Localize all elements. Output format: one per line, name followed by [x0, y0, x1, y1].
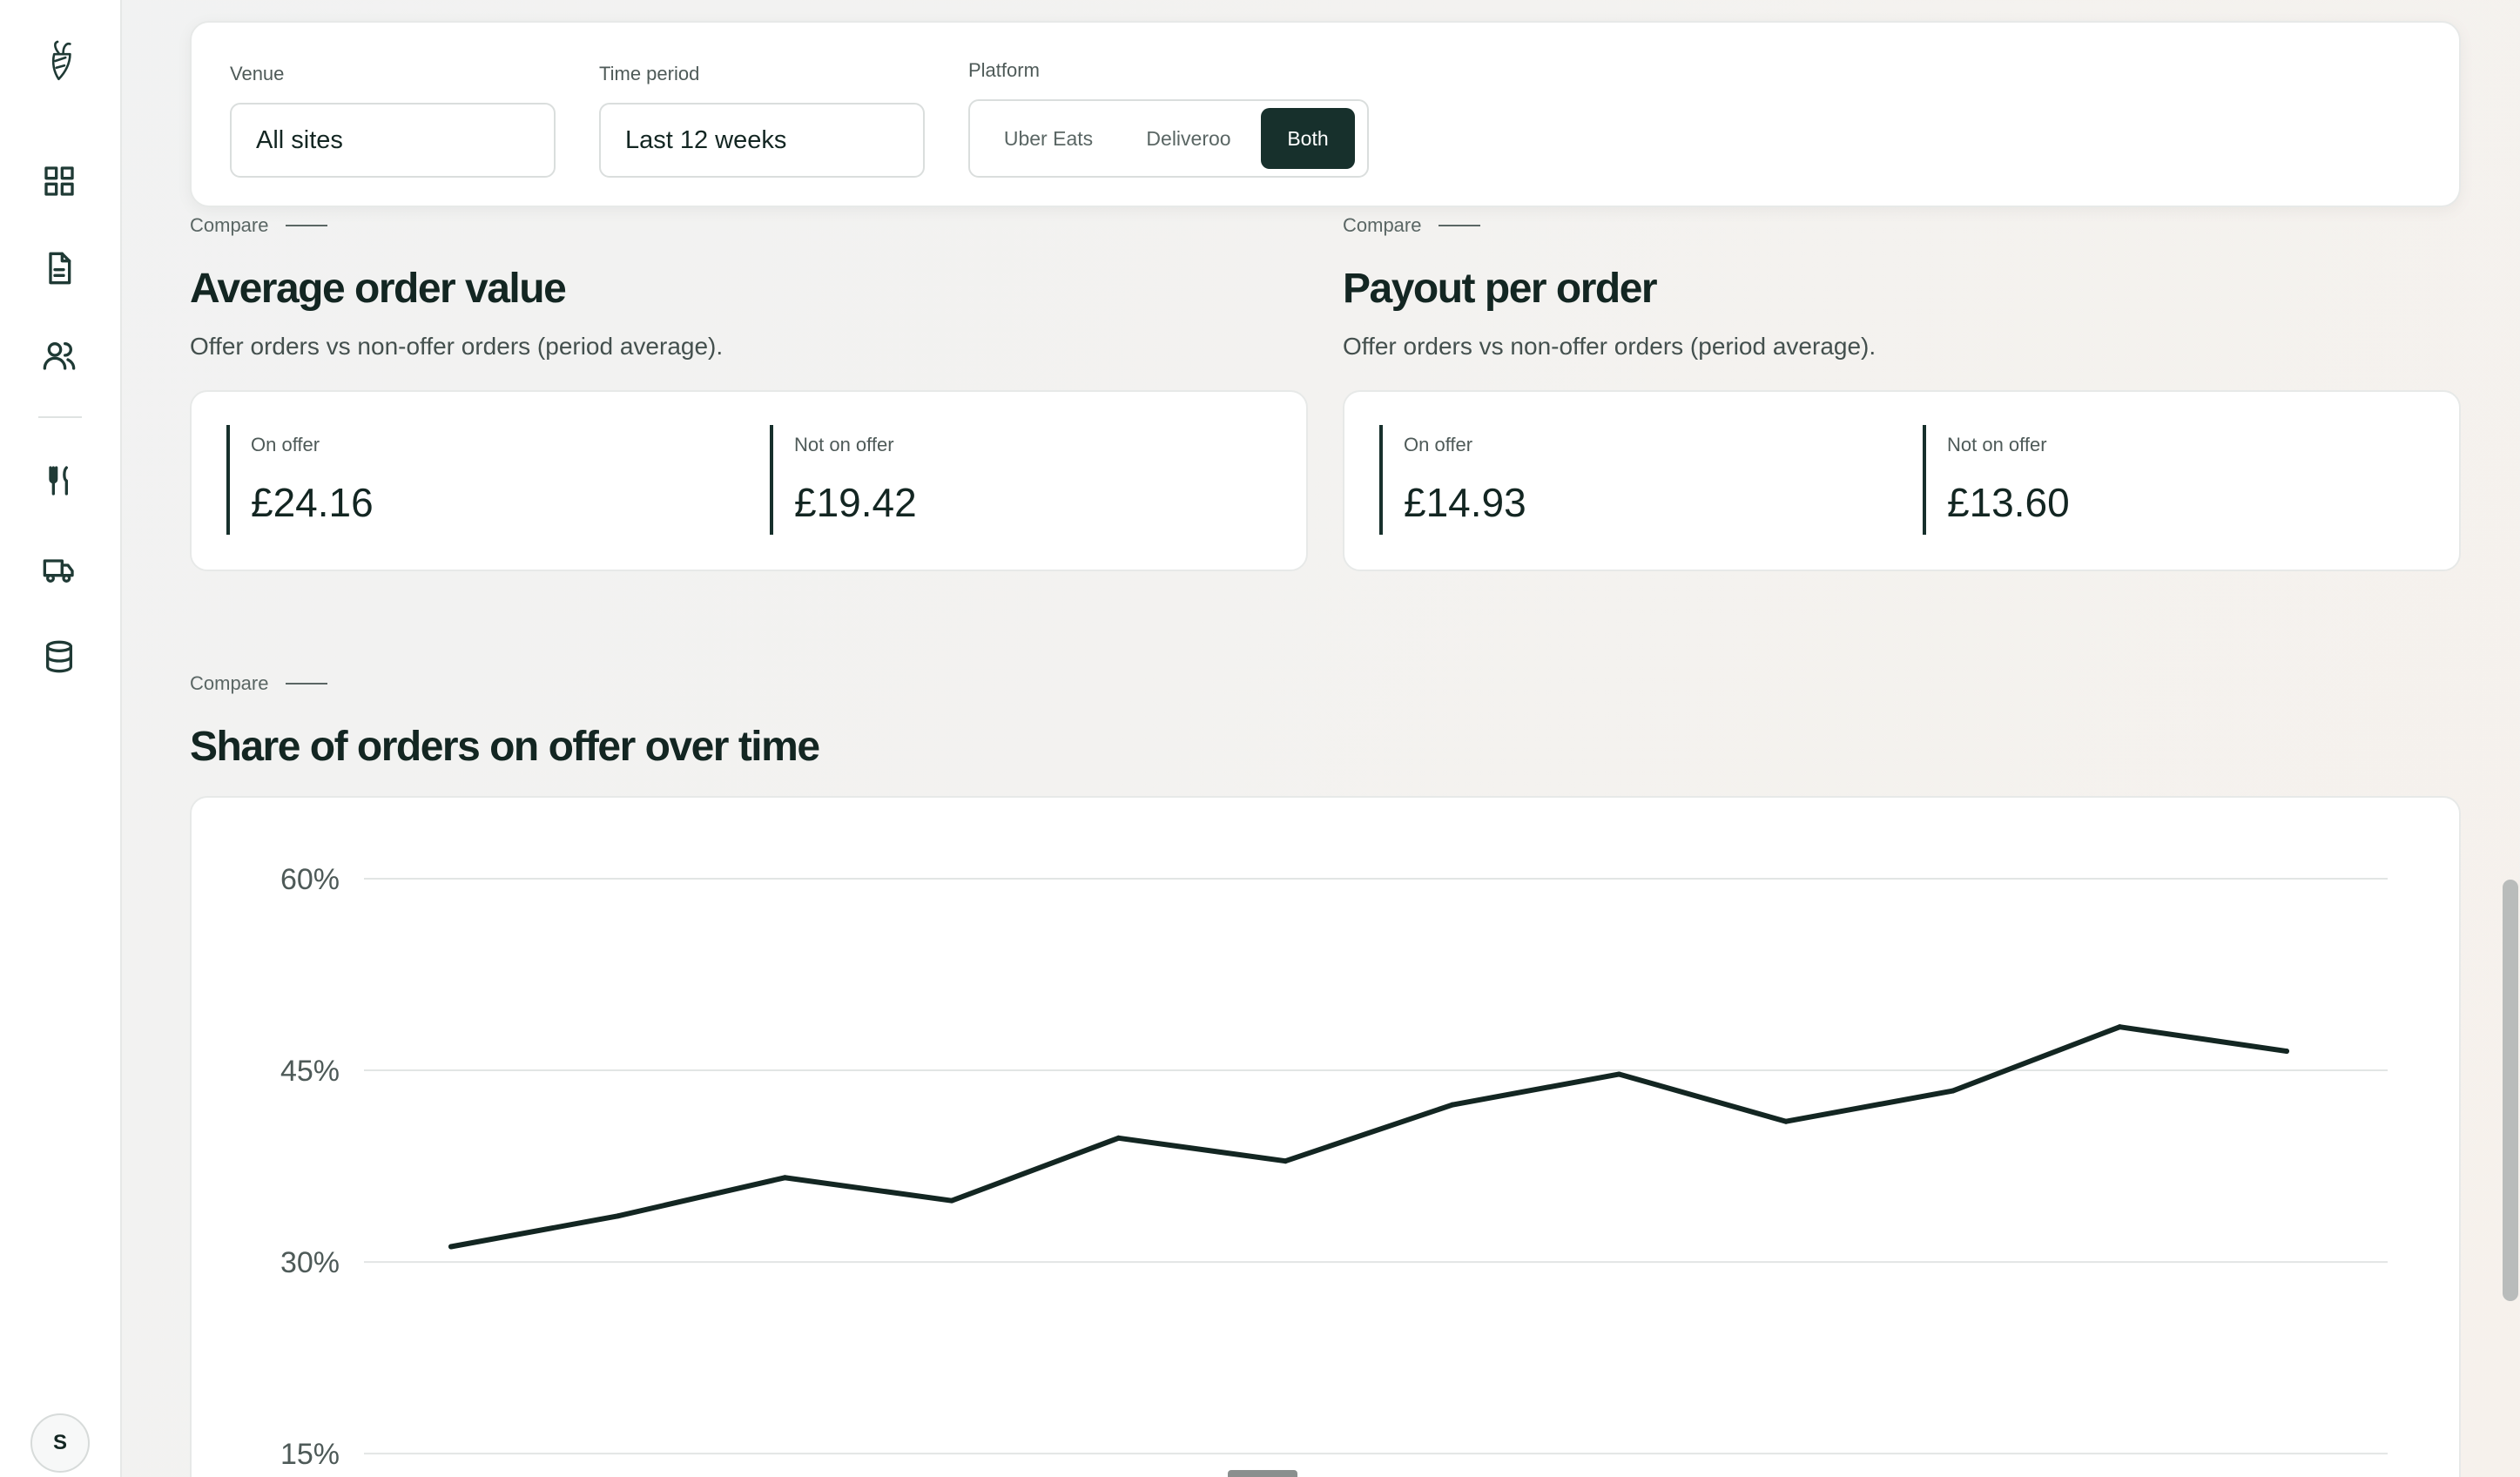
- filter-bar: Venue All sites Time period Last 12 week…: [190, 21, 2461, 207]
- y-tick-label: 30%: [280, 1246, 340, 1279]
- users-icon[interactable]: [38, 334, 80, 376]
- platform-label: Platform: [968, 59, 1040, 81]
- aov-not-offer: Not on offer £19.42: [770, 425, 917, 535]
- payout-not-offer: Not on offer £13.60: [1923, 425, 2070, 535]
- payout-kicker-text: Compare: [1343, 214, 1422, 236]
- time-period-select[interactable]: Last 12 weeks: [599, 103, 925, 178]
- share-kicker-text: Compare: [190, 672, 269, 694]
- data-point: [1115, 1135, 1122, 1141]
- kicker-line: [286, 225, 328, 226]
- database-icon[interactable]: [38, 636, 80, 678]
- data-point: [615, 1213, 621, 1219]
- document-icon[interactable]: [38, 247, 80, 289]
- data-point: [2284, 1049, 2289, 1055]
- y-tick-label: 60%: [280, 863, 340, 896]
- sidebar: S: [0, 0, 122, 1477]
- y-tick-label: 45%: [280, 1055, 340, 1088]
- platform-option-uber-eats[interactable]: Uber Eats: [984, 108, 1113, 169]
- series-line: [448, 1024, 2289, 1250]
- aov-card: On offer £24.16 Not on offer £19.42: [190, 390, 1308, 571]
- payout-not-offer-label: Not on offer: [1947, 434, 2047, 455]
- data-point: [448, 1244, 454, 1250]
- truck-icon[interactable]: [38, 549, 80, 590]
- share-chart: 60% 45% 30% 15%: [280, 863, 2388, 1471]
- share-title: Share of orders on offer over time: [190, 724, 820, 770]
- carrot-logo-icon[interactable]: [37, 37, 85, 85]
- aov-not-offer-label: Not on offer: [794, 434, 894, 455]
- aov-subtitle: Offer orders vs non-offer orders (period…: [190, 333, 724, 360]
- data-point: [2117, 1024, 2123, 1030]
- chart-scroll-handle[interactable]: [1228, 1470, 1297, 1477]
- data-point: [1783, 1118, 1789, 1124]
- data-point: [1449, 1102, 1455, 1108]
- platform-option-deliveroo[interactable]: Deliveroo: [1123, 108, 1254, 169]
- payout-not-offer-value: £13.60: [1947, 480, 2070, 525]
- payout-kicker: Compare: [1343, 214, 1481, 237]
- aov-on-offer-value: £24.16: [251, 480, 374, 525]
- aov-on-offer: On offer £24.16: [226, 425, 374, 535]
- payout-on-offer-value: £14.93: [1404, 480, 1526, 525]
- data-point: [1616, 1071, 1622, 1077]
- aov-on-offer-label: On offer: [251, 434, 320, 455]
- payout-card: On offer £14.93 Not on offer £13.60: [1343, 390, 2461, 571]
- share-kicker: Compare: [190, 672, 328, 695]
- platform-toggle: Uber Eats Deliveroo Both: [968, 99, 1369, 178]
- y-tick-label: 15%: [280, 1438, 340, 1471]
- sidebar-divider: [38, 416, 82, 418]
- avatar[interactable]: S: [30, 1413, 90, 1473]
- time-period-label: Time period: [599, 63, 700, 84]
- data-point: [948, 1197, 954, 1204]
- venue-label: Venue: [230, 63, 285, 84]
- aov-kicker: Compare: [190, 214, 328, 237]
- platform-option-both[interactable]: Both: [1261, 108, 1355, 169]
- aov-not-offer-value: £19.42: [794, 480, 917, 525]
- aov-title: Average order value: [190, 266, 567, 312]
- payout-subtitle: Offer orders vs non-offer orders (period…: [1343, 333, 1877, 360]
- kicker-line: [286, 683, 328, 685]
- cutlery-icon[interactable]: [38, 460, 80, 502]
- data-point: [782, 1175, 788, 1181]
- payout-on-offer: On offer £14.93: [1379, 425, 1526, 535]
- payout-on-offer-label: On offer: [1404, 434, 1473, 455]
- payout-title: Payout per order: [1343, 266, 1658, 312]
- data-point: [1950, 1088, 1956, 1094]
- share-chart-card: 60% 45% 30% 15%: [190, 796, 2461, 1477]
- page-scrollbar[interactable]: [2503, 880, 2518, 1301]
- grid-icon[interactable]: [38, 160, 80, 202]
- kicker-line: [1439, 225, 1481, 226]
- venue-select[interactable]: All sites: [230, 103, 556, 178]
- data-point: [1283, 1158, 1289, 1164]
- aov-kicker-text: Compare: [190, 214, 269, 236]
